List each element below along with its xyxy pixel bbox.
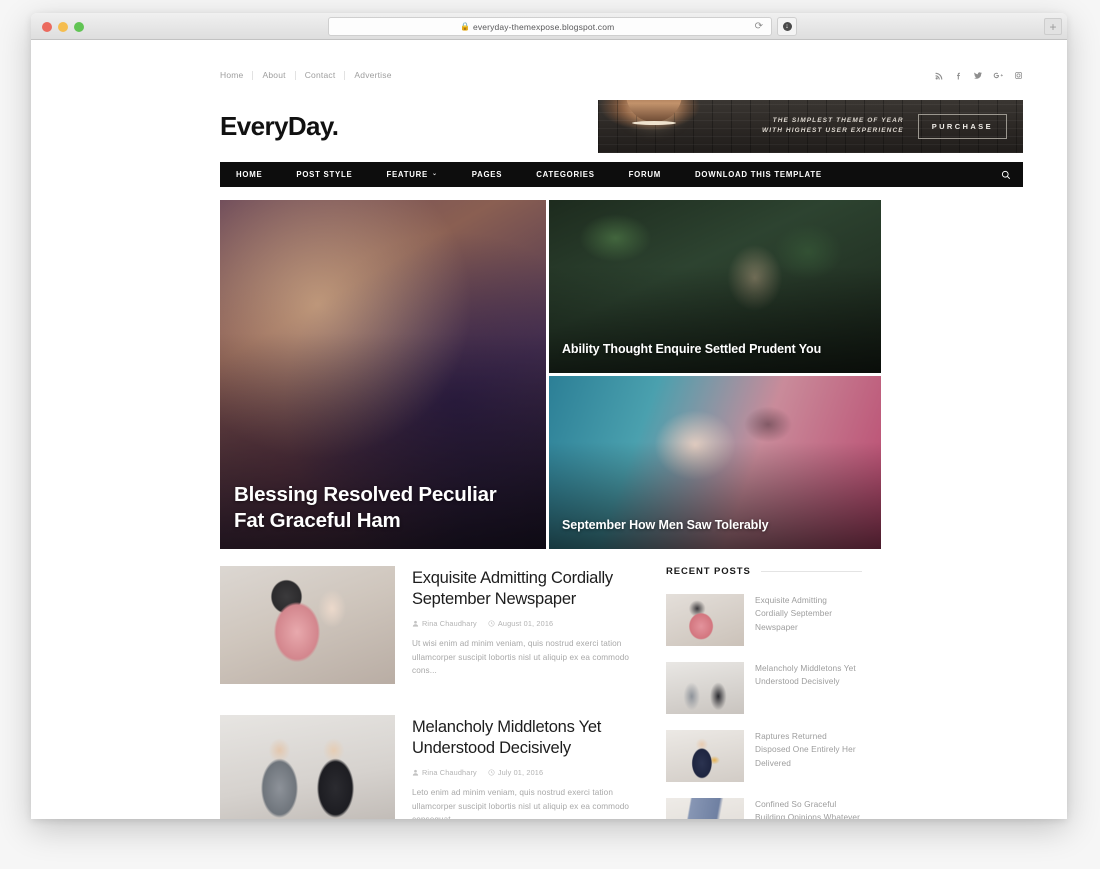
download-icon: ↓ [782, 22, 792, 31]
window-controls [42, 22, 84, 32]
recent-post-thumbnail[interactable] [666, 798, 744, 819]
post-date-text: July 01, 2016 [497, 768, 544, 778]
top-nav-item-contact[interactable]: Contact [296, 70, 345, 80]
post-excerpt: Ut wisi enim ad minim veniam, quis nostr… [412, 639, 630, 675]
facebook-icon[interactable] [954, 71, 963, 80]
lamp-graphic [626, 99, 682, 125]
url-text: everyday-themexpose.blogspot.com [472, 21, 615, 32]
post-date-text: August 01, 2016 [497, 619, 554, 629]
address-bar[interactable]: 🔒 everyday-themexpose.blogspot.com ⟳ [328, 17, 772, 36]
sidebar: RECENT POSTS Exquisite Admitting Cordial… [666, 566, 862, 819]
divider [760, 571, 862, 572]
maximize-window-button[interactable] [74, 22, 84, 32]
recent-post-item[interactable]: Exquisite Admitting Cordially September … [666, 594, 862, 646]
browser-window: 🔒 everyday-themexpose.blogspot.com ⟳ ↓ +… [31, 13, 1067, 819]
recent-post-thumbnail[interactable] [666, 594, 744, 646]
instagram-icon[interactable] [1014, 71, 1023, 80]
download-button[interactable]: ↓ [777, 17, 797, 36]
recent-post-item[interactable]: Confined So Graceful Building Opinions W… [666, 798, 862, 819]
top-nav-item-home[interactable]: Home [220, 70, 252, 80]
hero-post-bottom-title: September How Men Saw Tolerably [562, 517, 769, 532]
top-nav-item-advertise[interactable]: Advertise [345, 70, 400, 80]
hero-post-top[interactable]: Ability Thought Enquire Settled Prudent … [549, 200, 881, 373]
post-title[interactable]: Exquisite Admitting Cordially September … [412, 568, 638, 610]
google-plus-icon[interactable] [993, 71, 1004, 80]
new-tab-button[interactable]: + [1044, 18, 1062, 35]
nav-item-post-style[interactable]: POST STYLE [279, 162, 369, 187]
post-thumbnail[interactable] [220, 715, 395, 819]
page-viewport: Home About Contact Advertise EveryDay. T… [31, 40, 1067, 819]
top-nav-item-about[interactable]: About [253, 70, 294, 80]
post-date: July 01, 2016 [488, 768, 543, 777]
nav-item-pages[interactable]: PAGES [455, 162, 519, 187]
post-meta: Rina Chaudhary July 01, 2016 [412, 768, 638, 777]
user-icon [412, 770, 419, 776]
nav-item-download-this-template[interactable]: DOWNLOAD THIS TEMPLATE [678, 162, 839, 187]
nav-item-feature[interactable]: FEATURE ⌄ [369, 162, 454, 187]
recent-post-item[interactable]: Melancholy Middletons Yet Understood Dec… [666, 662, 862, 714]
chevron-down-icon: ⌄ [431, 171, 438, 177]
post-author-name: Rina Chaudhary [422, 768, 477, 778]
post-item[interactable]: Melancholy Middletons Yet Understood Dec… [220, 715, 638, 819]
post-author: Rina Chaudhary [412, 619, 477, 628]
post-author: Rina Chaudhary [412, 768, 477, 777]
ad-line-2: WITH HIGHEST USER EXPERIENCE [762, 127, 904, 134]
recent-post-thumbnail[interactable] [666, 662, 744, 714]
browser-toolbar: 🔒 everyday-themexpose.blogspot.com ⟳ ↓ + [31, 13, 1067, 40]
recent-post-title[interactable]: Raptures Returned Disposed One Entirely … [755, 730, 862, 782]
hero-featured-title: Blessing Resolved Peculiar Fat Graceful … [234, 483, 497, 532]
user-icon [412, 621, 419, 627]
recent-post-thumbnail[interactable] [666, 730, 744, 782]
close-window-button[interactable] [42, 22, 52, 32]
hero-slider: Blessing Resolved Peculiar Fat Graceful … [220, 200, 1023, 549]
top-nav: Home About Contact Advertise [220, 70, 401, 80]
clock-icon [488, 620, 495, 627]
ad-line-1: THE SIMPLEST THEME OF YEAR [772, 116, 904, 124]
main-navigation: HOME POST STYLE FEATURE ⌄ PAGES CATEGORIE… [220, 162, 1023, 187]
post-body: Melancholy Middletons Yet Understood Dec… [412, 715, 638, 819]
nav-item-home[interactable]: HOME [220, 162, 279, 187]
recent-post-title[interactable]: Exquisite Admitting Cordially September … [755, 594, 862, 646]
post-thumbnail[interactable] [220, 566, 395, 684]
hero-featured-post[interactable]: Blessing Resolved Peculiar Fat Graceful … [220, 200, 546, 549]
recent-post-title[interactable]: Melancholy Middletons Yet Understood Dec… [755, 662, 862, 714]
post-meta: Rina Chaudhary August 01, 2016 [412, 619, 638, 628]
site-logo[interactable]: EveryDay. [220, 111, 339, 142]
post-date: August 01, 2016 [488, 619, 553, 628]
hero-post-bottom[interactable]: September How Men Saw Tolerably [549, 376, 881, 549]
nav-item-categories[interactable]: CATEGORIES [519, 162, 611, 187]
minimize-window-button[interactable] [58, 22, 68, 32]
ad-banner[interactable]: THE SIMPLEST THEME OF YEAR WITH HIGHEST … [598, 99, 1023, 153]
twitter-icon[interactable] [973, 71, 983, 80]
reload-icon[interactable]: ⟳ [755, 21, 763, 32]
post-body: Exquisite Admitting Cordially September … [412, 566, 638, 684]
widget-header: RECENT POSTS [666, 566, 862, 577]
top-bar: Home About Contact Advertise [31, 40, 1067, 84]
search-icon[interactable] [989, 162, 1023, 187]
recent-post-item[interactable]: Raptures Returned Disposed One Entirely … [666, 730, 862, 782]
site-header: EveryDay. THE SIMPLEST THEME OF YEAR WIT… [31, 84, 1067, 162]
post-author-name: Rina Chaudhary [422, 619, 477, 629]
recent-post-title[interactable]: Confined So Graceful Building Opinions W… [755, 798, 862, 819]
post-title[interactable]: Melancholy Middletons Yet Understood Dec… [412, 717, 638, 759]
post-list: Exquisite Admitting Cordially September … [220, 566, 638, 819]
content-area: Exquisite Admitting Cordially September … [220, 566, 1023, 819]
hero-side-column: Ability Thought Enquire Settled Prudent … [549, 200, 881, 549]
clock-icon [488, 769, 495, 776]
widget-title: RECENT POSTS [666, 566, 751, 577]
hero-post-top-title: Ability Thought Enquire Settled Prudent … [562, 341, 822, 356]
post-excerpt: Leto enim ad minim veniam, quis nostrud … [412, 788, 630, 819]
social-links [935, 71, 1023, 80]
post-item[interactable]: Exquisite Admitting Cordially September … [220, 566, 638, 684]
ad-banner-text: THE SIMPLEST THEME OF YEAR WITH HIGHEST … [762, 116, 904, 136]
nav-item-forum[interactable]: FORUM [612, 162, 678, 187]
site-root: Home About Contact Advertise EveryDay. T… [31, 40, 1067, 819]
rss-icon[interactable] [935, 71, 944, 80]
purchase-button[interactable]: PURCHASE [917, 113, 1007, 139]
lock-icon: 🔒 [460, 21, 470, 31]
